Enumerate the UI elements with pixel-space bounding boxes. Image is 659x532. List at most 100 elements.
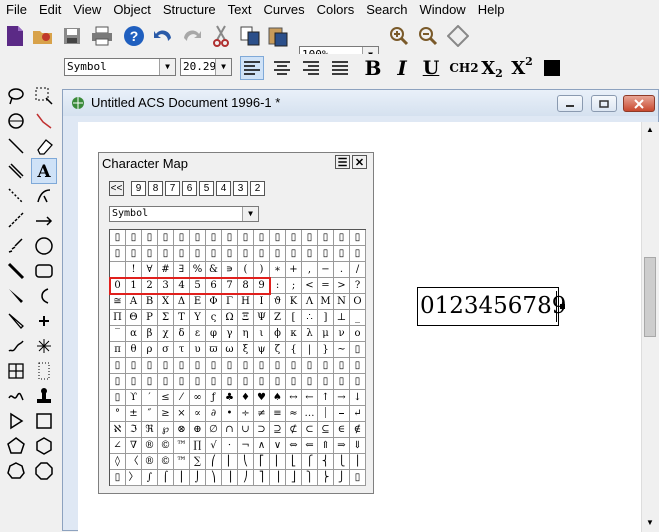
wedge-bond-icon[interactable]: [3, 233, 29, 259]
char-cell[interactable]: Φ: [206, 294, 222, 310]
char-cell[interactable]: ↓: [350, 390, 366, 406]
heptagon-icon[interactable]: [3, 458, 29, 484]
char-cell[interactable]: ν: [334, 326, 350, 342]
char-cell[interactable]: ▯: [222, 358, 238, 374]
char-cell[interactable]: ▯: [350, 230, 366, 246]
double-bond-icon[interactable]: [3, 158, 29, 184]
char-cell[interactable]: ϕ: [270, 326, 286, 342]
char-cell[interactable]: ⎝: [238, 454, 254, 470]
char-cell[interactable]: ▯: [350, 342, 366, 358]
diamond-icon[interactable]: [446, 24, 470, 48]
page-3[interactable]: 3: [233, 181, 248, 196]
char-cell[interactable]: ◊: [110, 454, 126, 470]
char-cell[interactable]: ▯: [270, 358, 286, 374]
char-cell[interactable]: ⊆: [318, 422, 334, 438]
char-cell[interactable]: ∴: [302, 310, 318, 326]
char-cell[interactable]: ▯: [142, 358, 158, 374]
char-cell[interactable]: ▯: [126, 374, 142, 390]
char-cell[interactable]: 〉: [126, 470, 142, 486]
orbital-icon[interactable]: [3, 383, 29, 409]
char-cell[interactable]: Π: [110, 310, 126, 326]
char-cell[interactable]: Ξ: [238, 310, 254, 326]
char-cell[interactable]: .: [334, 262, 350, 278]
char-cell[interactable]: ω: [222, 342, 238, 358]
char-cell[interactable]: ▯: [270, 374, 286, 390]
cut-icon[interactable]: [209, 24, 233, 48]
char-cell[interactable]: φ: [206, 326, 222, 342]
char-cell[interactable]: ⎠: [238, 470, 254, 486]
char-cell[interactable]: ,: [302, 262, 318, 278]
page-2[interactable]: 2: [250, 181, 265, 196]
char-cell[interactable]: ψ: [254, 342, 270, 358]
help-icon[interactable]: ?: [122, 24, 146, 48]
char-cell[interactable]: ▯: [318, 230, 334, 246]
char-cell[interactable]: 8: [238, 278, 254, 294]
charge-plus-icon[interactable]: [31, 308, 57, 334]
char-cell[interactable]: ∞: [190, 390, 206, 406]
char-cell[interactable]: ⇑: [318, 438, 334, 454]
char-cell[interactable]: ℑ: [126, 422, 142, 438]
char-cell[interactable]: →: [334, 390, 350, 406]
char-cell[interactable]: ⎭: [334, 470, 350, 486]
char-cell[interactable]: ⎣: [286, 454, 302, 470]
char-cell[interactable]: Θ: [126, 310, 142, 326]
single-bond-icon[interactable]: [3, 133, 29, 159]
minimize-button[interactable]: [557, 95, 583, 112]
char-cell[interactable]: ▯: [126, 358, 142, 374]
char-cell[interactable]: ▯: [174, 230, 190, 246]
char-cell[interactable]: ▯: [334, 374, 350, 390]
char-cell[interactable]: ▯: [350, 358, 366, 374]
char-cell[interactable]: [110, 262, 126, 278]
chevron-down-icon[interactable]: ▼: [215, 59, 231, 75]
circle-tool-icon[interactable]: [31, 233, 57, 259]
page-6[interactable]: 6: [182, 181, 197, 196]
char-cell[interactable]: ▯: [302, 358, 318, 374]
char-cell[interactable]: ⎛: [206, 454, 222, 470]
char-cell[interactable]: ⊃: [254, 422, 270, 438]
print-icon[interactable]: [90, 24, 114, 48]
save-icon[interactable]: [60, 24, 84, 48]
char-cell[interactable]: ∈: [334, 422, 350, 438]
char-cell[interactable]: :: [270, 278, 286, 294]
char-cell[interactable]: ⌡: [190, 470, 206, 486]
char-cell[interactable]: !: [126, 262, 142, 278]
open-folder-icon[interactable]: [31, 24, 55, 48]
char-cell[interactable]: ▯: [158, 246, 174, 262]
menu-text[interactable]: Text: [222, 0, 258, 19]
char-cell[interactable]: ▯: [302, 230, 318, 246]
char-cell[interactable]: ▯: [286, 230, 302, 246]
redo-icon[interactable]: [180, 24, 204, 48]
char-cell[interactable]: Ρ: [142, 310, 158, 326]
menu-search[interactable]: Search: [360, 0, 413, 19]
page-8[interactable]: 8: [148, 181, 163, 196]
char-cell[interactable]: ▯: [174, 374, 190, 390]
char-cell[interactable]: ℵ: [110, 422, 126, 438]
char-cell[interactable]: Ν: [334, 294, 350, 310]
char-cell[interactable]: ▯: [302, 246, 318, 262]
char-cell[interactable]: ▯: [254, 230, 270, 246]
char-cell[interactable]: ▯: [350, 470, 366, 486]
char-cell[interactable]: Τ: [174, 310, 190, 326]
char-cell[interactable]: ▯: [286, 358, 302, 374]
char-cell[interactable]: ⋅: [222, 438, 238, 454]
char-cell[interactable]: ⊥: [334, 310, 350, 326]
char-cell[interactable]: ℘: [158, 422, 174, 438]
char-cell[interactable]: ∠: [110, 438, 126, 454]
char-cell[interactable]: }: [318, 342, 334, 358]
char-cell[interactable]: υ: [190, 342, 206, 358]
char-cell[interactable]: 3: [158, 278, 174, 294]
char-cell[interactable]: ∇: [126, 438, 142, 454]
char-cell[interactable]: ▯: [190, 230, 206, 246]
char-cell[interactable]: ⇔: [286, 438, 302, 454]
superscript-button[interactable]: X2: [510, 55, 534, 80]
char-cell[interactable]: ⎡: [254, 454, 270, 470]
undo-icon[interactable]: [151, 24, 175, 48]
char-cell[interactable]: 0: [110, 278, 126, 294]
char-cell[interactable]: ±: [126, 406, 142, 422]
char-cell[interactable]: Κ: [286, 294, 302, 310]
dotted-box-icon[interactable]: [31, 358, 57, 384]
menu-structure[interactable]: Structure: [157, 0, 222, 19]
char-cell[interactable]: τ: [174, 342, 190, 358]
char-cell[interactable]: ▯: [350, 246, 366, 262]
char-cell[interactable]: ⊗: [174, 422, 190, 438]
